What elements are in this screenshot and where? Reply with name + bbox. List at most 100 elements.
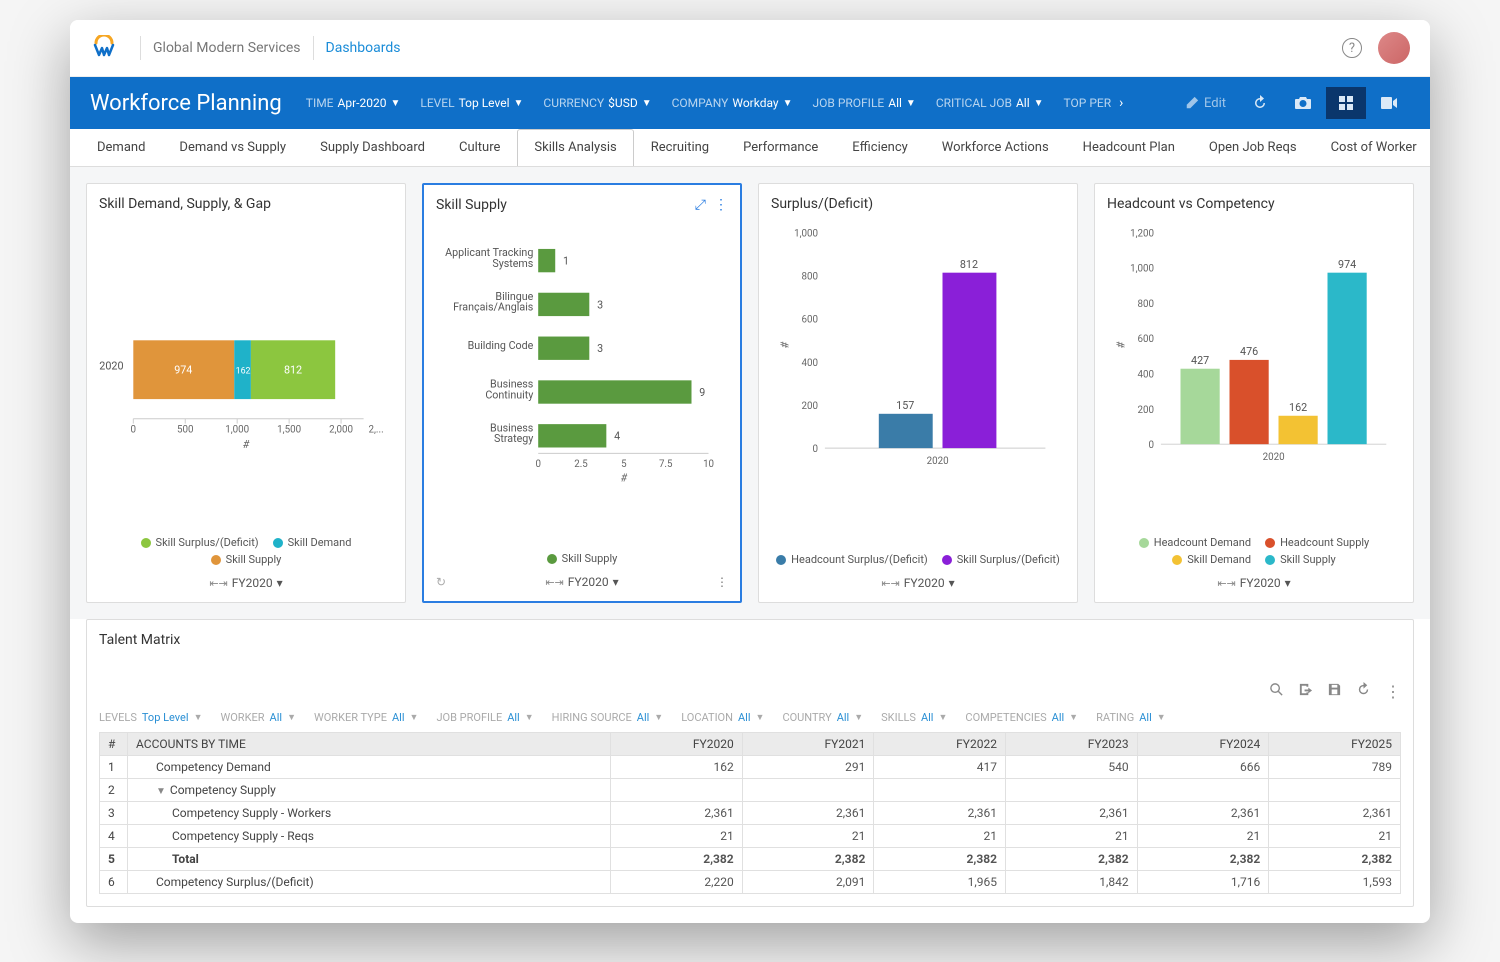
refresh-icon[interactable]: [1356, 682, 1371, 701]
video-button[interactable]: [1368, 88, 1410, 118]
svg-text:#: #: [779, 341, 792, 348]
card-skill-demand-supply-gap[interactable]: Skill Demand, Supply, & Gap 2020 974 162…: [86, 183, 406, 603]
legend: Skill Supply: [436, 552, 728, 565]
matrix-filter-hiring-source[interactable]: HIRING SOURCEAll▼: [552, 711, 664, 724]
tab-skills-analysis[interactable]: Skills Analysis: [517, 129, 633, 167]
user-avatar[interactable]: [1378, 32, 1410, 64]
divider: [313, 36, 314, 60]
expand-icon[interactable]: ⤢: [695, 197, 706, 213]
card-menu-icon[interactable]: ⋮: [716, 575, 728, 589]
fy-selector[interactable]: ⇤⇥FY2020 ▾: [545, 575, 618, 589]
matrix-filter-location[interactable]: LOCATIONAll▼: [681, 711, 764, 724]
chart-c3[interactable]: 1,0008006004002000 # 157 812 2020: [771, 220, 1065, 545]
page-title: Workforce Planning: [90, 91, 282, 116]
table-row[interactable]: 3Competency Supply - Workers2,3612,3612,…: [100, 802, 1401, 825]
filter-time[interactable]: TIMEApr-2020▼: [306, 96, 401, 110]
tab-headcount-plan[interactable]: Headcount Plan: [1066, 129, 1192, 166]
chart-c1[interactable]: 2020 974 162 812 05001,0001,5002,0002,..…: [99, 220, 393, 528]
card-title: Skill Supply: [436, 197, 507, 213]
more-icon[interactable]: ⋮: [1385, 682, 1401, 701]
svg-text:Building Code: Building Code: [468, 339, 534, 352]
camera-button[interactable]: [1282, 87, 1324, 119]
matrix-filter-competencies[interactable]: COMPETENCIESAll▼: [965, 711, 1078, 724]
svg-text:2,000: 2,000: [329, 424, 353, 435]
edit-button[interactable]: Edit: [1173, 88, 1238, 119]
legend-item: Skill Supply: [1265, 553, 1336, 566]
matrix-filter-skills[interactable]: SKILLSAll▼: [881, 711, 947, 724]
matrix-filter-worker-type[interactable]: WORKER TYPEAll▼: [314, 711, 418, 724]
svg-text:#: #: [1115, 341, 1128, 348]
svg-text:157: 157: [896, 399, 914, 412]
svg-text:2020: 2020: [1263, 452, 1285, 463]
filter-level[interactable]: LEVELTop Level▼: [420, 96, 523, 110]
table-row[interactable]: 1Competency Demand162291417540666789: [100, 756, 1401, 779]
card-skill-supply[interactable]: Skill Supply ⤢ ⋮ Applicant TrackingSystem…: [422, 183, 742, 603]
refresh-button[interactable]: [1240, 87, 1280, 119]
tab-performance[interactable]: Performance: [726, 129, 835, 166]
svg-text:3: 3: [597, 342, 603, 355]
divider: [140, 36, 141, 60]
filter-currency[interactable]: CURRENCY$USD▼: [543, 96, 651, 110]
chart-c2[interactable]: Applicant TrackingSystems1BilingueFrança…: [436, 221, 728, 544]
tab-demand-vs-supply[interactable]: Demand vs Supply: [162, 129, 303, 166]
table-row[interactable]: 4Competency Supply - Reqs212121212121: [100, 825, 1401, 848]
chart-c4[interactable]: 1,2001,0008006004002000 # 427 476 162 97…: [1107, 220, 1401, 528]
filter-critical job[interactable]: CRITICAL JOBAll▼: [936, 96, 1044, 110]
tab-efficiency[interactable]: Efficiency: [835, 129, 924, 166]
matrix-filters: LEVELSTop Level▼ WORKERAll▼ WORKER TYPEAll…: [99, 711, 1401, 724]
svg-text:2020: 2020: [927, 456, 949, 467]
svg-text:2,...: 2,...: [369, 424, 384, 435]
matrix-filter-rating[interactable]: RATINGAll▼: [1096, 711, 1166, 724]
svg-text:600: 600: [802, 315, 819, 326]
fy-selector[interactable]: ⇤⇥FY2020 ▾: [881, 576, 954, 590]
export-icon[interactable]: [1298, 682, 1313, 701]
legend-item: Skill Supply: [547, 552, 618, 565]
card-surplus-deficit[interactable]: Surplus/(Deficit) 1,0008006004002000 # 1…: [758, 183, 1078, 603]
legend-item: Skill Surplus/(Deficit): [942, 553, 1060, 566]
fy-selector[interactable]: ⇤⇥FY2020 ▾: [1217, 576, 1290, 590]
tab-recruiting[interactable]: Recruiting: [634, 129, 726, 166]
legend-item: Skill Surplus/(Deficit): [141, 536, 259, 549]
filter-job profile[interactable]: JOB PROFILEAll▼: [813, 96, 916, 110]
tab-culture[interactable]: Culture: [442, 129, 517, 166]
svg-text:427: 427: [1191, 354, 1209, 367]
svg-text:800: 800: [1138, 299, 1155, 310]
matrix-filter-levels[interactable]: LEVELSTop Level▼: [99, 711, 202, 724]
svg-text:9: 9: [699, 386, 705, 399]
reload-icon[interactable]: ↻: [436, 575, 446, 589]
help-icon[interactable]: ?: [1342, 38, 1362, 58]
svg-text:400: 400: [1138, 370, 1155, 381]
breadcrumb-link[interactable]: Dashboards: [326, 40, 401, 56]
svg-text:4: 4: [614, 430, 620, 443]
table-row[interactable]: 5Total2,3822,3822,3822,3822,3822,382: [100, 848, 1401, 871]
svg-text:2020: 2020: [99, 360, 123, 373]
svg-text:Strategy: Strategy: [494, 432, 533, 445]
svg-text:0: 0: [813, 444, 819, 455]
card-headcount-competency[interactable]: Headcount vs Competency 1,2001,000800600…: [1094, 183, 1414, 603]
matrix-filter-job-profile[interactable]: JOB PROFILEAll▼: [436, 711, 533, 724]
talent-matrix-panel: Talent Matrix ⋮ LEVELSTop Level▼WORKERAl…: [86, 619, 1414, 907]
svg-text:1,000: 1,000: [794, 228, 818, 239]
more-icon[interactable]: ⋮: [714, 197, 728, 213]
svg-text:974: 974: [1338, 258, 1356, 271]
legend-item: Headcount Surplus/(Deficit): [776, 553, 928, 566]
tab-workforce-actions[interactable]: Workforce Actions: [925, 129, 1066, 166]
table-row[interactable]: 2▼Competency Supply: [100, 779, 1401, 802]
grid-view-button[interactable]: [1326, 87, 1366, 119]
talent-matrix-table[interactable]: #ACCOUNTS BY TIMEFY2020FY2021FY2022FY202…: [99, 732, 1401, 894]
workday-logo-icon[interactable]: [90, 34, 118, 62]
svg-text:5: 5: [621, 459, 627, 470]
top-bar: Global Modern Services Dashboards ?: [70, 20, 1430, 77]
save-icon[interactable]: [1327, 682, 1342, 701]
tab-demand[interactable]: Demand: [80, 129, 162, 166]
matrix-filter-worker[interactable]: WORKERAll▼: [220, 711, 296, 724]
tab-open-job-reqs[interactable]: Open Job Reqs: [1192, 129, 1314, 166]
search-icon[interactable]: [1269, 682, 1284, 701]
filter-company[interactable]: COMPANYWorkday▼: [672, 96, 793, 110]
fy-selector[interactable]: ⇤⇥FY2020 ▾: [209, 576, 282, 590]
filter-overflow[interactable]: TOP PER›: [1064, 95, 1124, 111]
matrix-filter-country[interactable]: COUNTRYAll▼: [782, 711, 863, 724]
tab-supply-dashboard[interactable]: Supply Dashboard: [303, 129, 442, 166]
tab-cost-of-worker[interactable]: Cost of Worker: [1314, 129, 1430, 166]
table-row[interactable]: 6Competency Surplus/(Deficit)2,2202,0911…: [100, 871, 1401, 894]
